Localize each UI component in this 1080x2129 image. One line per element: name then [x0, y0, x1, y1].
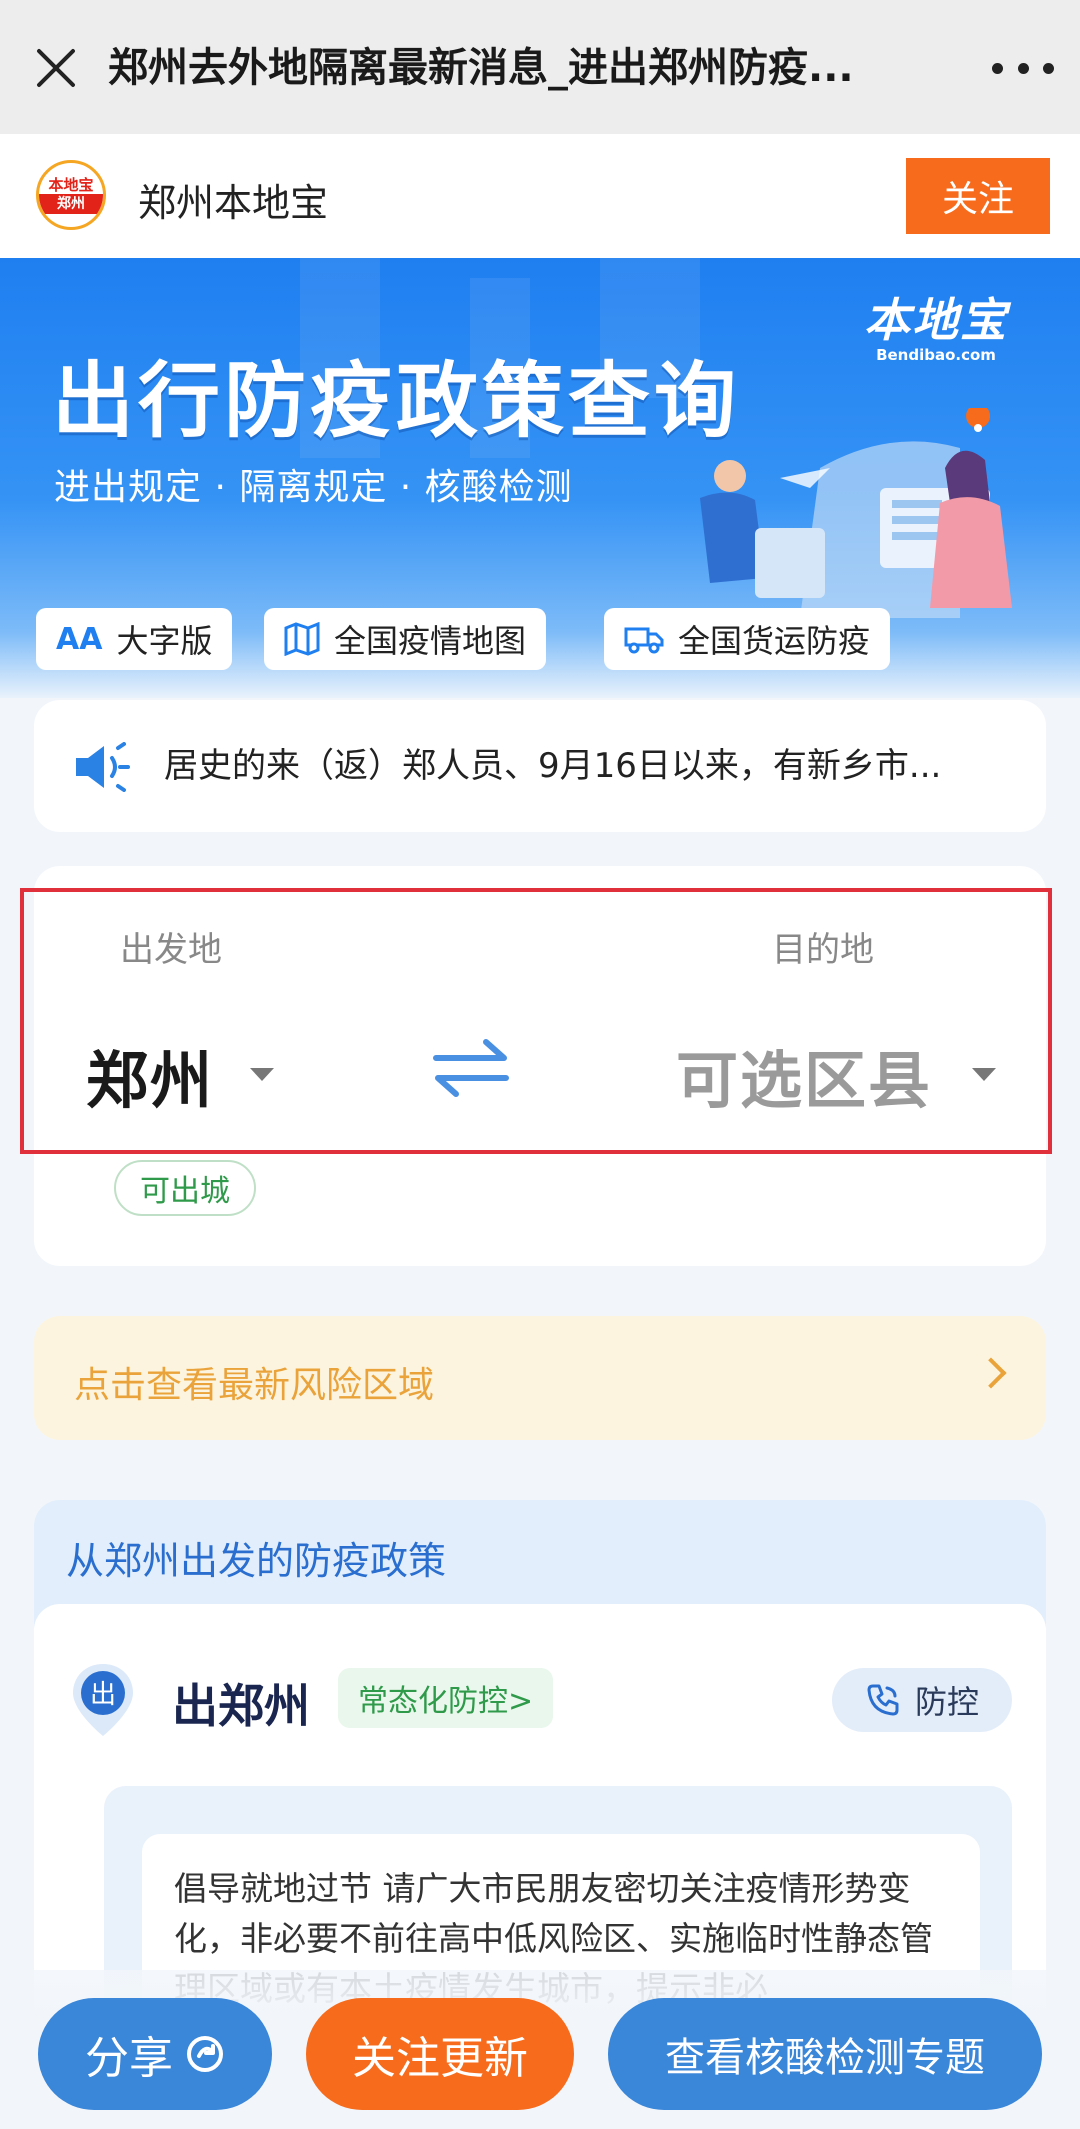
- follow-button[interactable]: 关注: [906, 158, 1050, 234]
- banner-subtitle: 进出规定 · 隔离规定 · 核酸检测: [54, 467, 573, 508]
- risk-area-label: 点击查看最新风险区域: [74, 1365, 435, 1406]
- destination-select[interactable]: 可选区县: [676, 1030, 932, 1120]
- chip-label: 全国货运防疫: [678, 622, 871, 660]
- chip-label: 全国疫情地图: [334, 622, 527, 660]
- policy-tag[interactable]: 常态化防控>: [338, 1668, 554, 1728]
- chevron-right-icon: [975, 1357, 1007, 1389]
- brand-mark: 本地宝 Bendibao.com: [864, 293, 1008, 364]
- swap-icon[interactable]: [430, 1036, 512, 1100]
- account-bar: 本地宝 郑州 郑州本地宝 关注: [0, 134, 1080, 258]
- origin-label: 出发地: [120, 930, 222, 970]
- logo-top-text: 本地宝: [48, 176, 94, 194]
- phone-icon: [867, 1684, 899, 1716]
- control-label: 防控: [914, 1683, 979, 1721]
- notice-bar[interactable]: 居史的来（返）郑人员、9月16日以来，有新乡市...: [34, 700, 1046, 832]
- chevron-down-icon[interactable]: [250, 1068, 274, 1081]
- origin-select[interactable]: 郑州: [86, 1030, 214, 1120]
- location-pin-icon: 出: [73, 1664, 133, 1736]
- travel-illustration-icon: [700, 408, 1012, 618]
- share-button[interactable]: 分享: [38, 1998, 272, 2110]
- speaker-icon: [76, 742, 130, 792]
- logo-bottom-text: 郑州: [39, 194, 103, 214]
- truck-icon: [624, 627, 664, 654]
- page-title: 郑州去外地隔离最新消息_进出郑州防疫...: [108, 45, 854, 91]
- follow-updates-button[interactable]: 关注更新: [306, 1998, 574, 2110]
- svg-text:出: 出: [90, 1680, 116, 1710]
- notice-text: 居史的来（返）郑人员、9月16日以来，有新乡市...: [164, 746, 942, 786]
- destination-label: 目的地: [772, 930, 874, 970]
- top-bar: 郑州去外地隔离最新消息_进出郑州防疫...: [0, 0, 1080, 134]
- more-icon[interactable]: [992, 50, 1054, 86]
- policy-title: 出郑州: [172, 1679, 310, 1733]
- large-font-chip[interactable]: AA 大字版: [36, 608, 233, 670]
- refresh-icon: [187, 2036, 223, 2072]
- chip-label: 大字版: [116, 622, 213, 660]
- banner-title: 出行防疫政策查询: [52, 354, 741, 449]
- close-icon[interactable]: [28, 40, 84, 96]
- font-size-icon: AA: [56, 621, 103, 657]
- policy-heading: 从郑州出发的防疫政策: [66, 1539, 447, 1583]
- nucleic-test-topic-button[interactable]: 查看核酸检测专题: [608, 1998, 1042, 2110]
- control-button[interactable]: 防控: [832, 1668, 1012, 1732]
- account-name[interactable]: 郑州本地宝: [138, 172, 328, 227]
- chevron-down-icon[interactable]: [972, 1068, 996, 1081]
- risk-area-link[interactable]: 点击查看最新风险区域: [34, 1316, 1046, 1440]
- share-label: 分享: [85, 2034, 173, 2083]
- freight-chip[interactable]: 全国货运防疫: [604, 608, 891, 670]
- account-logo: 本地宝 郑州: [36, 160, 106, 230]
- status-badge: 可出城: [114, 1160, 256, 1216]
- map-icon: [284, 622, 320, 656]
- epidemic-map-chip[interactable]: 全国疫情地图: [264, 608, 547, 670]
